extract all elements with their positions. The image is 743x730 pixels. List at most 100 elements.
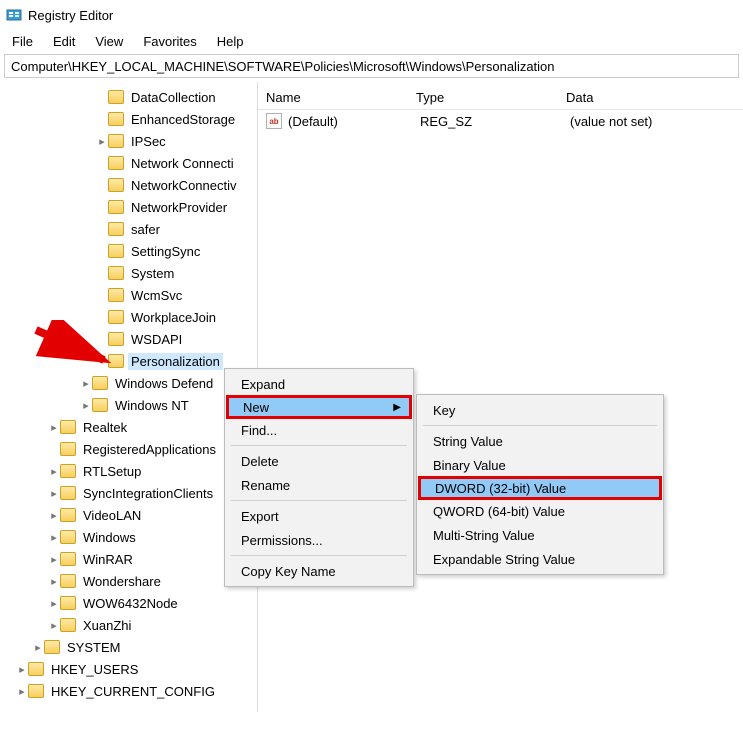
ctx-delete[interactable]: Delete xyxy=(227,449,411,473)
chevron-right-icon[interactable] xyxy=(80,399,92,412)
tree-node[interactable]: SettingSync xyxy=(0,240,240,262)
chevron-right-icon[interactable] xyxy=(48,487,60,500)
folder-icon xyxy=(44,640,60,654)
folder-icon xyxy=(60,530,76,544)
ctx-new[interactable]: New▶ xyxy=(226,395,412,419)
folder-icon xyxy=(60,442,76,456)
tree-node[interactable]: safer xyxy=(0,218,240,240)
tree-node[interactable]: IPSec xyxy=(0,130,240,152)
tree-label: IPSec xyxy=(128,133,169,150)
chevron-right-icon[interactable] xyxy=(48,531,60,544)
tree-node[interactable]: VideoLAN xyxy=(0,504,240,526)
tree-node[interactable]: Wondershare xyxy=(0,570,240,592)
values-header: Name Type Data xyxy=(258,86,743,110)
tree-label: SYSTEM xyxy=(64,639,123,656)
tree-node[interactable]: SYSTEM xyxy=(0,636,240,658)
window-title: Registry Editor xyxy=(28,8,113,23)
value-name: (Default) xyxy=(288,114,420,129)
folder-icon xyxy=(108,90,124,104)
tree-node[interactable]: HKEY_CURRENT_CONFIG xyxy=(0,680,240,702)
tree-node[interactable]: Network Connecti xyxy=(0,152,240,174)
tree-node[interactable]: NetworkProvider xyxy=(0,196,240,218)
ctx-rename[interactable]: Rename xyxy=(227,473,411,497)
tree-label: NetworkProvider xyxy=(128,199,230,216)
folder-icon xyxy=(108,200,124,214)
tree-node[interactable]: NetworkConnectiv xyxy=(0,174,240,196)
folder-icon xyxy=(60,486,76,500)
folder-icon xyxy=(60,420,76,434)
folder-icon xyxy=(108,112,124,126)
column-type[interactable]: Type xyxy=(408,90,558,105)
chevron-right-icon[interactable] xyxy=(48,465,60,478)
menu-favorites[interactable]: Favorites xyxy=(133,32,206,51)
ctx-find[interactable]: Find... xyxy=(227,418,411,442)
chevron-right-icon[interactable] xyxy=(16,663,28,676)
tree-node[interactable]: EnhancedStorage xyxy=(0,108,240,130)
ctx-expand[interactable]: Expand xyxy=(227,372,411,396)
ctx-new-qword[interactable]: QWORD (64-bit) Value xyxy=(419,499,661,523)
chevron-right-icon[interactable] xyxy=(48,509,60,522)
tree-node[interactable]: SyncIntegrationClients xyxy=(0,482,240,504)
tree-node[interactable]: RTLSetup xyxy=(0,460,240,482)
tree-node[interactable]: RegisteredApplications xyxy=(0,438,240,460)
tree-label: DataCollection xyxy=(128,89,219,106)
tree-node[interactable]: DataCollection xyxy=(0,86,240,108)
value-data: (value not set) xyxy=(570,114,743,129)
value-row[interactable]: ab (Default) REG_SZ (value not set) xyxy=(258,110,743,132)
tree-node[interactable]: WcmSvc xyxy=(0,284,240,306)
column-data[interactable]: Data xyxy=(558,90,743,105)
tree-label: Personalization xyxy=(128,353,223,370)
chevron-right-icon[interactable] xyxy=(32,641,44,654)
tree-node[interactable]: WinRAR xyxy=(0,548,240,570)
ctx-new-string[interactable]: String Value xyxy=(419,429,661,453)
ctx-permissions[interactable]: Permissions... xyxy=(227,528,411,552)
ctx-new-multistring[interactable]: Multi-String Value xyxy=(419,523,661,547)
chevron-right-icon[interactable] xyxy=(48,619,60,632)
tree-label: SettingSync xyxy=(128,243,203,260)
address-bar[interactable]: Computer\HKEY_LOCAL_MACHINE\SOFTWARE\Pol… xyxy=(4,54,739,78)
menu-view[interactable]: View xyxy=(85,32,133,51)
ctx-new-dword[interactable]: DWORD (32-bit) Value xyxy=(418,476,662,500)
tree-label: WinRAR xyxy=(80,551,136,568)
tree-panel[interactable]: DataCollection EnhancedStorage IPSec Networ… xyxy=(0,82,258,712)
tree-label: Windows Defend xyxy=(112,375,216,392)
tree-node[interactable]: Realtek xyxy=(0,416,240,438)
value-type: REG_SZ xyxy=(420,114,570,129)
chevron-right-icon[interactable] xyxy=(48,597,60,610)
ctx-new-expandstring[interactable]: Expandable String Value xyxy=(419,547,661,571)
tree-label: safer xyxy=(128,221,163,238)
menu-edit[interactable]: Edit xyxy=(43,32,85,51)
ctx-new-binary[interactable]: Binary Value xyxy=(419,453,661,477)
column-name[interactable]: Name xyxy=(258,90,408,105)
chevron-right-icon[interactable] xyxy=(48,553,60,566)
ctx-export[interactable]: Export xyxy=(227,504,411,528)
ctx-separator xyxy=(423,425,657,426)
tree-node[interactable]: HKEY_USERS xyxy=(0,658,240,680)
ctx-copy-key-name[interactable]: Copy Key Name xyxy=(227,559,411,583)
tree-node[interactable]: System xyxy=(0,262,240,284)
folder-icon xyxy=(108,266,124,280)
tree-node[interactable]: Windows NT xyxy=(0,394,240,416)
red-arrow-annotation xyxy=(30,320,120,380)
tree-node[interactable]: WOW6432Node xyxy=(0,592,240,614)
folder-icon xyxy=(108,134,124,148)
regedit-icon xyxy=(6,7,22,23)
tree-node[interactable]: Windows xyxy=(0,526,240,548)
ctx-new-key[interactable]: Key xyxy=(419,398,661,422)
folder-icon xyxy=(108,156,124,170)
context-submenu-new: Key String Value Binary Value DWORD (32-… xyxy=(416,394,664,575)
ctx-separator xyxy=(231,555,407,556)
tree-node[interactable]: XuanZhi xyxy=(0,614,240,636)
chevron-right-icon[interactable] xyxy=(96,135,108,148)
chevron-right-icon[interactable] xyxy=(16,685,28,698)
menubar: File Edit View Favorites Help xyxy=(0,30,743,52)
tree-label: Realtek xyxy=(80,419,130,436)
chevron-right-icon[interactable] xyxy=(48,575,60,588)
submenu-arrow-icon: ▶ xyxy=(393,402,401,413)
tree-label: HKEY_USERS xyxy=(48,661,141,678)
menu-help[interactable]: Help xyxy=(207,32,254,51)
tree-label: WSDAPI xyxy=(128,331,185,348)
menu-file[interactable]: File xyxy=(2,32,43,51)
tree-label: XuanZhi xyxy=(80,617,134,634)
chevron-right-icon[interactable] xyxy=(48,421,60,434)
